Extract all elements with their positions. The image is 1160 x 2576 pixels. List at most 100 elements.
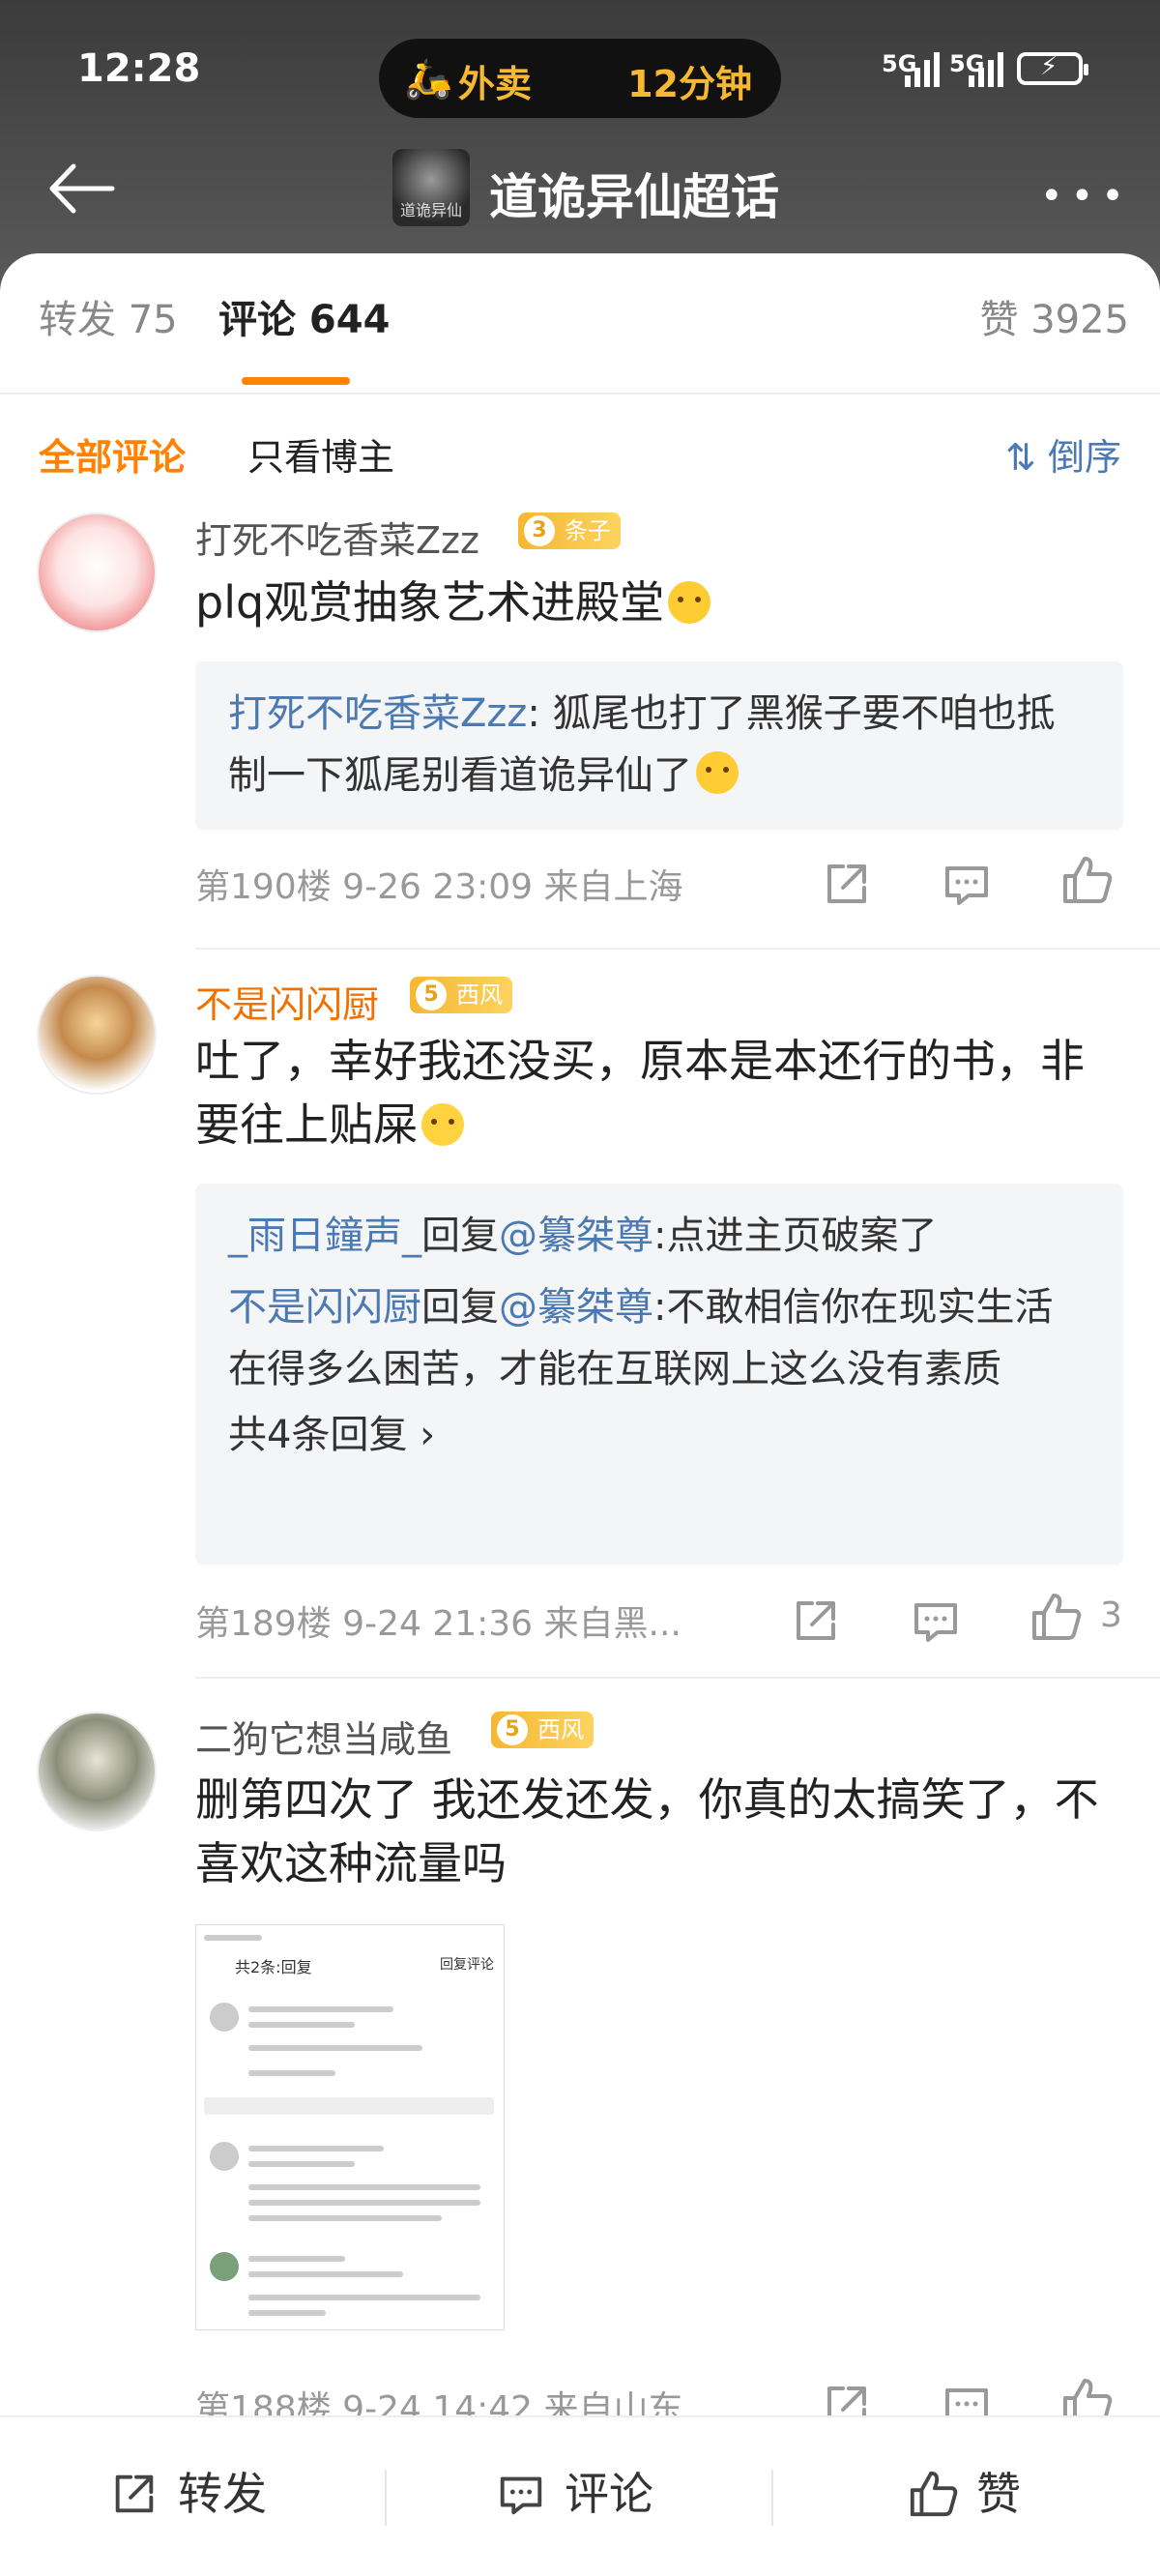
thumb-title: 共2条:回复 xyxy=(235,1958,312,1976)
thumb-line xyxy=(248,2215,442,2221)
reply-username[interactable]: 打死不吃香菜Zzz xyxy=(228,691,527,736)
badge-level: 5 xyxy=(416,980,447,1010)
thumb-line xyxy=(248,2146,384,2152)
back-arrow-icon[interactable] xyxy=(44,155,118,222)
badge-level: 5 xyxy=(497,1714,528,1745)
excited-emoji-icon xyxy=(668,581,711,624)
floor: 第190楼 xyxy=(195,867,332,907)
timestamp: 9-26 23:09 xyxy=(342,867,534,907)
comment-text: 删第四次了 我还发还发，你真的太搞笑了，不喜欢这种流量吗 xyxy=(195,1773,1099,1889)
thumb-avatar xyxy=(210,2142,239,2171)
like-icon xyxy=(910,2471,958,2517)
thumb-line xyxy=(248,2271,403,2277)
comment-username[interactable]: 二狗它想当咸鱼 xyxy=(195,1710,452,1763)
badge-text: 西风 xyxy=(537,1716,584,1743)
tab-bar: 转发 75 评论 644 赞 3925 xyxy=(0,288,1160,385)
filter-all[interactable]: 全部评论 xyxy=(39,427,186,481)
thumb-band xyxy=(204,2097,494,2115)
fan-badge[interactable]: 3 条子 xyxy=(518,512,621,549)
thumb-line xyxy=(248,2200,480,2206)
thumb-line xyxy=(248,2006,393,2012)
comment-text-body: 吐了，幸好我还没买，原本是本还行的书，非要往上贴屎 xyxy=(195,1035,1085,1151)
topic-logo[interactable]: 道诡异仙 xyxy=(392,149,470,226)
share-icon[interactable] xyxy=(789,1594,843,1648)
like-icon[interactable] xyxy=(1029,1590,1083,1644)
thumb-avatar xyxy=(210,2252,239,2281)
reply-preview[interactable]: 打死不吃香菜Zzz: 狐尾也打了黑猴子要不咱也抵制一下狐尾别看道诡异仙了 xyxy=(195,661,1123,830)
active-tab-indicator xyxy=(242,377,350,385)
status-bar: 12:28 🛵 外卖 12分钟 5G 5G ⚡ xyxy=(0,39,1160,118)
tab-comments[interactable]: 评论 644 xyxy=(218,288,390,344)
avatar[interactable] xyxy=(37,512,157,632)
reply-username[interactable]: _雨日鐘声_ xyxy=(228,1214,421,1258)
badge-level: 3 xyxy=(524,515,555,546)
tab-repost[interactable]: 转发 75 xyxy=(39,288,178,344)
avatar[interactable] xyxy=(37,1712,157,1831)
page-title: 道诡异仙超话 xyxy=(489,169,779,225)
reply-verb: 回复 xyxy=(421,1214,499,1258)
comment-icon[interactable] xyxy=(940,857,994,911)
reply-line: _雨日鐘声_回复@纂桀尊:点进主页破案了 xyxy=(228,1205,1090,1267)
more-replies-label: 共4条回复 xyxy=(228,1413,408,1457)
sort-label: 倒序 xyxy=(1047,436,1121,479)
tab-likes[interactable]: 赞 3925 xyxy=(979,288,1129,344)
thumb-line xyxy=(248,2161,355,2167)
content-sheet: 转发 75 评论 644 赞 3925 全部评论 只看博主 ⇅ 倒序 打死不吃香… xyxy=(0,253,1160,2576)
comment-icon xyxy=(500,2476,542,2515)
like-label: 赞 xyxy=(976,2468,1021,2520)
reply-verb: 回复 xyxy=(421,1285,499,1330)
comment-username[interactable]: 不是闪闪厨 xyxy=(195,975,379,1028)
chevron-right-icon: › xyxy=(420,1413,436,1457)
comment-text: 吐了，幸好我还没买，原本是本还行的书，非要往上贴屎 xyxy=(195,1029,1114,1156)
comment-label: 评论 xyxy=(565,2468,653,2520)
more-replies-link[interactable]: 共4条回复 › xyxy=(228,1404,1090,1466)
pill-eta: 12分钟 xyxy=(627,63,752,105)
comment-image-thumbnail[interactable]: 共2条:回复 回复评论 xyxy=(195,1924,505,2330)
comment-text-body: plq观赏抽象艺术进殿堂 xyxy=(195,576,665,629)
thumb-status-bar xyxy=(204,1935,262,1941)
scooter-icon: 🛵 xyxy=(404,57,452,102)
thumb-line xyxy=(248,2070,335,2076)
reply-username[interactable]: 不是闪闪厨 xyxy=(228,1285,421,1330)
reply-line: 不是闪闪厨回复@纂桀尊:不敢相信你在现实生活在得多么困苦，才能在互联网上这么没有… xyxy=(228,1276,1090,1400)
timestamp: 9-24 21:36 xyxy=(342,1604,534,1644)
reply-preview[interactable]: _雨日鐘声_回复@纂桀尊:点进主页破案了 不是闪闪厨回复@纂桀尊:不敢相信你在现… xyxy=(195,1184,1123,1565)
badge-text: 西风 xyxy=(456,981,503,1009)
fan-badge[interactable]: 5 西风 xyxy=(410,977,512,1013)
sort-icon: ⇅ xyxy=(1005,436,1036,479)
share-icon[interactable] xyxy=(820,857,874,911)
repost-label: 转发 xyxy=(178,2468,267,2520)
reply-text: :点进主页破案了 xyxy=(653,1214,938,1258)
thumb-avatar xyxy=(210,2003,239,2032)
thumb-line xyxy=(248,2295,480,2300)
floor: 第189楼 xyxy=(195,1604,332,1644)
bottom-action-bar: 转发 评论 赞 xyxy=(0,2415,1160,2576)
reply-mention[interactable]: @纂桀尊 xyxy=(499,1285,653,1330)
live-activity-pill[interactable]: 🛵 外卖 12分钟 xyxy=(379,39,781,118)
location: 来自黑... xyxy=(543,1604,682,1644)
avatar[interactable] xyxy=(37,975,157,1095)
reply-mention[interactable]: @纂桀尊 xyxy=(499,1214,653,1258)
top-bar: 12:28 🛵 外卖 12分钟 5G 5G ⚡ 道诡异仙 道诡异仙超话 ••• xyxy=(0,0,1160,290)
comment-icon[interactable] xyxy=(909,1594,963,1648)
thumb-line xyxy=(248,2256,345,2262)
like-count: 3 xyxy=(1100,1595,1122,1635)
signal-icon-2 xyxy=(969,50,1011,87)
status-time: 12:28 xyxy=(77,46,201,91)
reply-line: 打死不吃香菜Zzz: 狐尾也打了黑猴子要不咱也抵制一下狐尾别看道诡异仙了 xyxy=(228,683,1090,806)
thumb-line xyxy=(248,2045,422,2051)
repost-icon xyxy=(115,2474,154,2513)
comment-divider xyxy=(195,948,1160,950)
filter-author-only[interactable]: 只看博主 xyxy=(247,427,394,481)
fan-badge[interactable]: 5 西风 xyxy=(491,1712,594,1748)
comment-username[interactable]: 打死不吃香菜Zzz xyxy=(195,511,479,564)
badge-text: 条子 xyxy=(565,517,611,544)
sort-toggle[interactable]: ⇅ 倒序 xyxy=(1005,427,1121,481)
thumb-line xyxy=(248,2022,355,2028)
like-icon[interactable] xyxy=(1059,853,1114,907)
grin-emoji-icon xyxy=(696,751,739,794)
location: 来自上海 xyxy=(543,867,683,907)
more-icon[interactable]: ••• xyxy=(1040,174,1132,219)
thumb-line xyxy=(248,2184,480,2190)
comment-meta: 第189楼 9-24 21:36 来自黑... xyxy=(195,1595,682,1646)
